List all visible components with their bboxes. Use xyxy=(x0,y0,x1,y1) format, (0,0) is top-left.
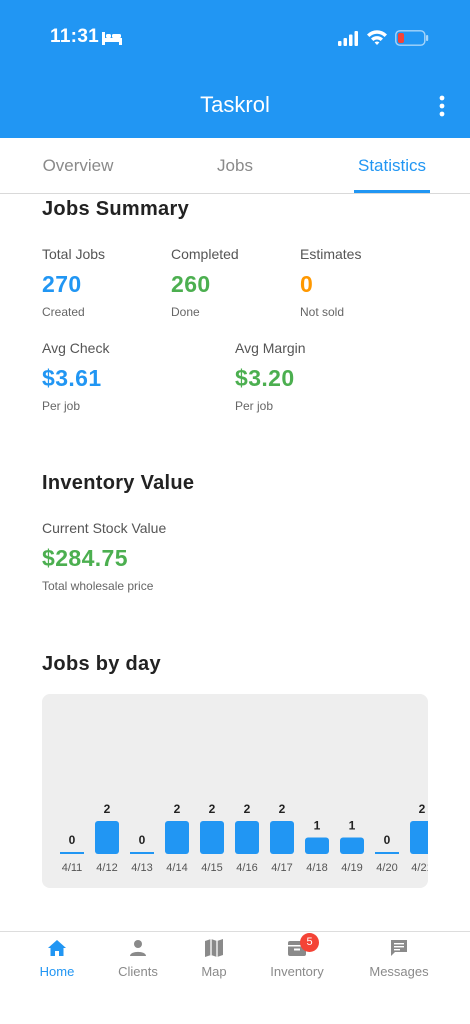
stock-value-sub: Total wholesale price xyxy=(42,579,154,593)
inventory-value-title: Inventory Value xyxy=(42,472,195,494)
app-header: 11:31 Taskrol xyxy=(0,0,470,138)
chart-bar[interactable] xyxy=(270,821,294,854)
completed-sub: Done xyxy=(171,305,200,319)
chart-bar[interactable] xyxy=(130,852,154,854)
nav-inventory[interactable]: 5 Inventory xyxy=(252,932,342,992)
chart-bar[interactable] xyxy=(340,837,364,855)
wifi-icon xyxy=(367,30,387,45)
completed-value: 260 xyxy=(171,271,211,297)
avg-margin-value: $3.20 xyxy=(235,365,295,391)
nav-home[interactable]: Home xyxy=(12,932,102,992)
tab-indicator xyxy=(354,190,430,193)
avg-margin-label: Avg Margin xyxy=(235,340,306,356)
app-title: Taskrol xyxy=(200,92,270,117)
map-icon xyxy=(205,939,223,957)
chart-x-tick-label: 4/18 xyxy=(306,862,327,874)
jobs-by-day-chart-svg: 0 4/11 2 4/12 0 4/13 2 4/14 2 4/15 2 4/16 2 4/17 1 4/18… xyxy=(60,802,428,874)
nav-messages-label: Messages xyxy=(369,964,429,979)
chart-x-tick-label: 4/21 xyxy=(411,862,428,874)
chart-x-tick-label: 4/15 xyxy=(201,862,222,874)
chart-value-label: 0 xyxy=(69,833,76,847)
chart-bar[interactable] xyxy=(200,821,224,854)
avg-check-label: Avg Check xyxy=(42,340,110,356)
chart-bar[interactable] xyxy=(235,821,259,854)
avg-check-sub: Per job xyxy=(42,399,81,413)
chart-value-label: 1 xyxy=(314,819,321,833)
chart-bar[interactable] xyxy=(165,821,189,854)
total-jobs-sub: Created xyxy=(42,305,85,319)
stock-value: $284.75 xyxy=(42,545,128,571)
chart-x-tick-label: 4/11 xyxy=(62,862,83,874)
chart-value-label: 2 xyxy=(104,802,111,816)
chart-value-label: 2 xyxy=(244,802,251,816)
tab-jobs[interactable]: Jobs xyxy=(175,138,295,194)
estimates-label: Estimates xyxy=(300,246,362,262)
avg-margin-sub: Per job xyxy=(235,399,274,413)
chart-value-label: 2 xyxy=(419,802,426,816)
jobs-by-day-chart[interactable]: 0 4/11 2 4/12 0 4/13 2 4/14 2 4/15 2 4/16 2 4/17 1 4/18… xyxy=(42,694,428,888)
jobs-by-day-title: Jobs by day xyxy=(42,653,161,675)
chart-bar[interactable] xyxy=(95,821,119,854)
chart-x-tick-label: 4/16 xyxy=(236,862,257,874)
chart-value-label: 2 xyxy=(174,802,181,816)
chart-bar[interactable] xyxy=(410,821,428,854)
avg-check-value: $3.61 xyxy=(42,365,102,391)
chart-bar[interactable] xyxy=(375,852,399,854)
cellular-signal-icon xyxy=(338,31,358,46)
tab-statistics[interactable]: Statistics xyxy=(332,138,452,194)
bottom-nav: Home Clients Map 5 Inventory Messages xyxy=(0,931,470,1024)
total-jobs-label: Total Jobs xyxy=(42,246,106,262)
status-time: 11:31 xyxy=(50,26,100,47)
jobs-summary-title: Jobs Summary xyxy=(42,198,189,220)
tab-overview[interactable]: Overview xyxy=(18,138,138,194)
bed-icon xyxy=(102,32,122,45)
estimates-sub: Not sold xyxy=(300,305,345,319)
battery-low-icon xyxy=(395,30,429,46)
chart-value-label: 2 xyxy=(209,802,216,816)
stock-value-label: Current Stock Value xyxy=(42,520,167,536)
home-icon xyxy=(48,940,66,956)
chart-x-tick-label: 4/13 xyxy=(131,862,152,874)
chart-x-tick-label: 4/17 xyxy=(271,862,292,874)
message-icon xyxy=(391,940,407,956)
total-jobs-value: 270 xyxy=(42,271,82,297)
chart-value-label: 1 xyxy=(349,819,356,833)
inventory-badge: 5 xyxy=(300,933,319,952)
estimates-value: 0 xyxy=(300,271,314,297)
nav-map-label: Map xyxy=(201,964,227,979)
person-icon xyxy=(130,940,146,956)
chart-bar[interactable] xyxy=(60,852,84,854)
chart-value-label: 0 xyxy=(139,833,146,847)
chart-x-tick-label: 4/20 xyxy=(376,862,397,874)
nav-inventory-label: Inventory xyxy=(270,964,324,979)
tab-bar: Overview Jobs Statistics xyxy=(0,138,470,194)
chart-value-label: 2 xyxy=(279,802,286,816)
chart-value-label: 0 xyxy=(384,833,391,847)
completed-label: Completed xyxy=(171,246,239,262)
chart-x-tick-label: 4/14 xyxy=(166,862,187,874)
chart-bar[interactable] xyxy=(305,837,329,855)
more-vertical-icon[interactable] xyxy=(433,94,451,118)
chart-x-tick-label: 4/12 xyxy=(96,862,117,874)
chart-x-tick-label: 4/19 xyxy=(341,862,362,874)
nav-map[interactable]: Map xyxy=(169,932,259,992)
nav-home-label: Home xyxy=(39,964,75,979)
nav-messages[interactable]: Messages xyxy=(354,932,444,992)
